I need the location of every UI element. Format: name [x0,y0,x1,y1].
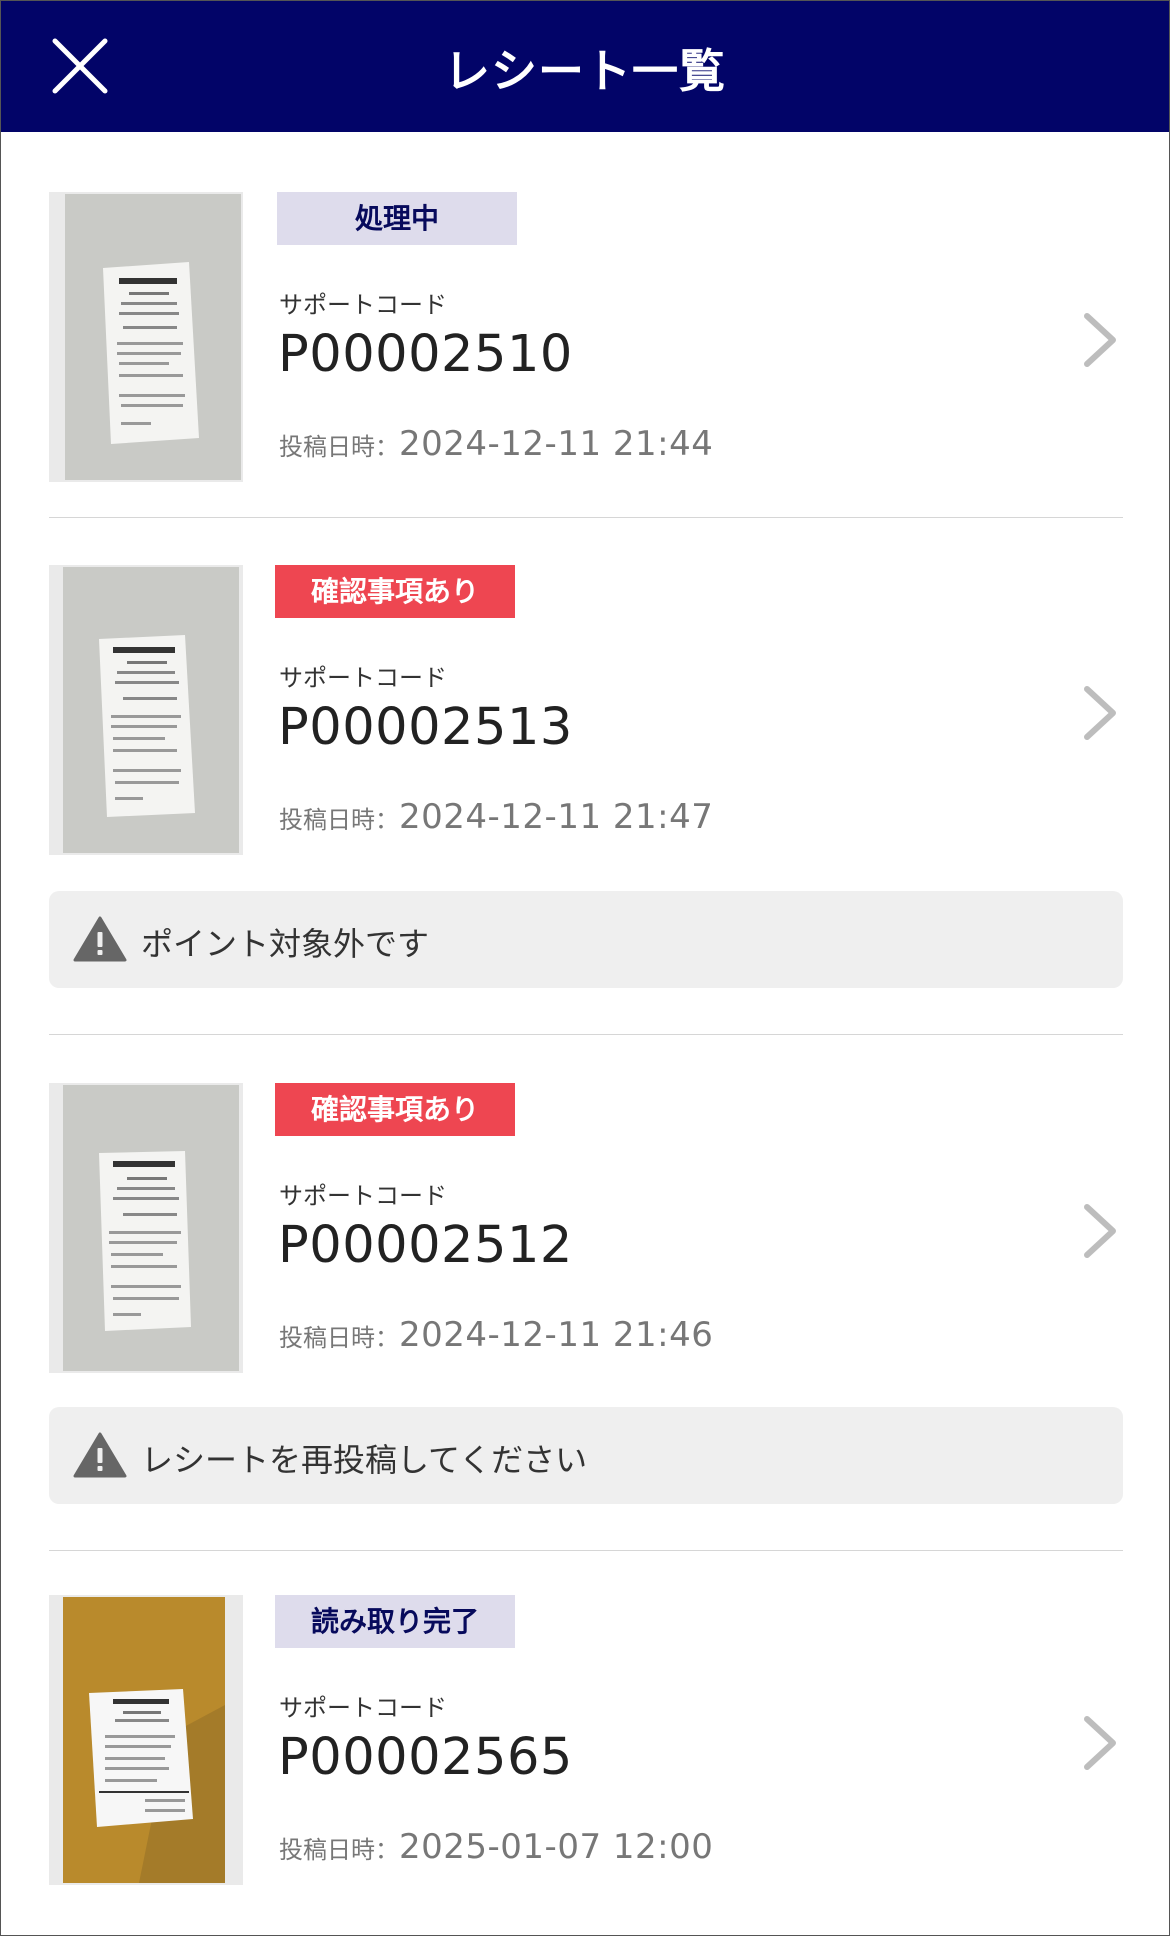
posted-value: 2024-12-11 21:46 [399,1315,714,1355]
receipt-thumbnail [49,565,243,855]
support-code-label: サポートコード [279,664,447,692]
warning-icon [73,916,127,962]
support-code-value: P00002510 [278,325,573,384]
posted-label: 投稿日時： [279,1836,399,1864]
status-badge: 処理中 [277,192,517,245]
posted-datetime: 投稿日時：2025-01-07 12:00 [279,1827,713,1867]
status-badge: 確認事項あり [275,1083,515,1136]
support-code-value: P00002565 [278,1728,573,1787]
receipt-list-screen: レシート一覧 処理中 サポートコード P00002510 投稿日時：2024-1… [0,0,1170,1936]
receipt-item[interactable]: 確認事項あり サポートコード P00002513 投稿日時：2024-12-11… [49,565,1123,855]
receipt-thumbnail [49,1083,243,1373]
receipt-thumbnail [49,192,243,482]
chevron-right-icon [1084,1204,1116,1258]
posted-value: 2024-12-11 21:47 [399,797,714,837]
warning-icon [73,1432,127,1478]
posted-datetime: 投稿日時：2024-12-11 21:46 [279,1315,713,1355]
divider [49,1550,1123,1551]
posted-label: 投稿日時： [279,433,399,461]
support-code-label: サポートコード [279,1182,447,1210]
receipt-item[interactable]: 確認事項あり サポートコード P00002512 投稿日時：2024-12-11… [49,1083,1123,1373]
receipt-thumbnail [49,1595,243,1885]
notice-box: ポイント対象外です [49,891,1123,988]
receipt-item[interactable]: 処理中 サポートコード P00002510 投稿日時：2024-12-11 21… [49,192,1123,482]
posted-label: 投稿日時： [279,1324,399,1352]
divider [49,517,1123,518]
support-code-label: サポートコード [279,291,447,319]
support-code-value: P00002512 [278,1216,573,1275]
status-badge: 読み取り完了 [275,1595,515,1648]
status-badge: 確認事項あり [275,565,515,618]
notice-box: レシートを再投稿してください [49,1407,1123,1504]
page-title: レシート一覧 [444,44,726,98]
chevron-right-icon [1084,1716,1116,1770]
posted-value: 2024-12-11 21:44 [399,424,714,464]
divider [49,1034,1123,1035]
posted-datetime: 投稿日時：2024-12-11 21:44 [279,424,713,464]
posted-datetime: 投稿日時：2024-12-11 21:47 [279,797,713,837]
header-bar: レシート一覧 [1,1,1169,132]
support-code-value: P00002513 [278,698,573,757]
notice-text: ポイント対象外です [141,925,430,963]
support-code-label: サポートコード [279,1694,447,1722]
chevron-right-icon [1084,686,1116,740]
posted-label: 投稿日時： [279,806,399,834]
chevron-right-icon [1084,313,1116,367]
notice-text: レシートを再投稿してください [141,1441,588,1479]
posted-value: 2025-01-07 12:00 [399,1827,714,1867]
receipt-item[interactable]: 読み取り完了 サポートコード P00002565 投稿日時：2025-01-07… [49,1595,1123,1885]
